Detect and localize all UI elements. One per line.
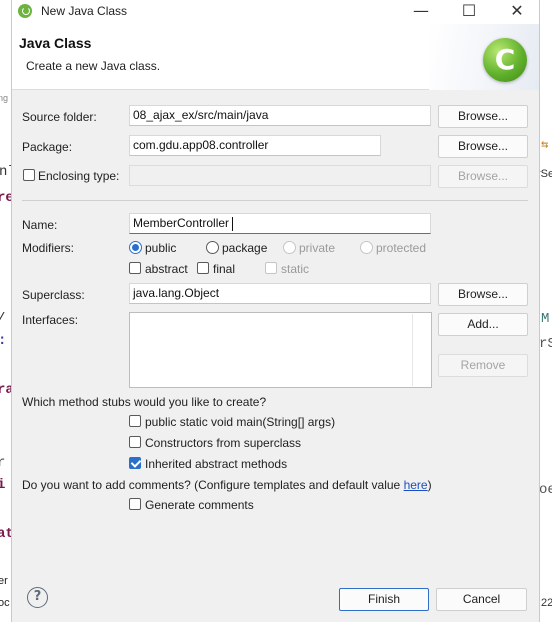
modifier-package-label: package — [222, 241, 268, 255]
cancel-button[interactable]: Cancel — [436, 588, 527, 611]
stub-inherited-abstract-label: Inherited abstract methods — [145, 457, 288, 471]
java-class-wizard-icon: C — [483, 38, 527, 82]
stub-constructors-checkbox[interactable] — [129, 436, 141, 448]
enclosing-type-field[interactable] — [129, 165, 431, 186]
wizard-description: Create a new Java class. — [26, 59, 161, 73]
name-label: Name: — [22, 218, 58, 232]
generate-comments-label: Generate comments — [145, 498, 254, 512]
window-title: New Java Class — [41, 4, 128, 18]
modifier-package-radio[interactable] — [206, 241, 219, 254]
enclosing-type-browse-button[interactable]: Browse... — [438, 165, 528, 188]
superclass-label: Superclass: — [22, 288, 85, 302]
list-scrollbar-track — [412, 314, 413, 386]
enclosing-type-checkbox[interactable] — [23, 169, 35, 181]
wizard-title: Java Class — [19, 35, 92, 51]
close-button[interactable]: ✕ — [494, 0, 540, 24]
modifier-abstract-checkbox[interactable] — [129, 262, 141, 274]
text-caret — [232, 217, 233, 231]
maximize-button[interactable]: ☐ — [446, 0, 492, 24]
comments-question: Do you want to add comments? (Configure … — [22, 478, 432, 492]
modifier-protected-label: protected — [376, 241, 427, 255]
stub-constructors-label: Constructors from superclass — [145, 436, 302, 450]
superclass-browse-button[interactable]: Browse... — [438, 283, 528, 306]
enclosing-type-label: Enclosing type: — [38, 169, 120, 183]
configure-templates-link[interactable]: here — [404, 478, 428, 492]
superclass-field[interactable]: java.lang.Object — [129, 283, 431, 304]
background-editor-left: ) ng re nl / : ra r i at er oc — [0, 74, 11, 609]
package-label: Package: — [22, 140, 73, 154]
modifier-static-checkbox[interactable] — [265, 262, 277, 274]
stub-main-checkbox[interactable] — [129, 415, 141, 427]
interfaces-add-button[interactable]: Add... — [438, 313, 528, 336]
modifier-private-radio[interactable] — [283, 241, 296, 254]
finish-button[interactable]: Finish — [339, 588, 429, 611]
separator — [22, 200, 528, 201]
modifier-static-label: static — [281, 262, 310, 276]
name-field[interactable]: MemberController — [129, 213, 431, 234]
interfaces-list[interactable] — [129, 312, 432, 388]
package-browse-button[interactable]: Browse... — [438, 135, 528, 158]
help-icon[interactable]: ? — [27, 587, 48, 608]
stub-main-label: public static void main(String[] args) — [145, 415, 336, 429]
source-folder-field[interactable]: 08_ajax_ex/src/main/java — [129, 105, 431, 126]
modifier-private-label: private — [299, 241, 336, 255]
title-bar: New Java Class — ☐ ✕ — [12, 0, 539, 24]
modifier-public-label: public — [145, 241, 177, 255]
minimize-button[interactable]: — — [398, 0, 444, 24]
source-folder-browse-button[interactable]: Browse... — [438, 105, 528, 128]
modifier-protected-radio[interactable] — [360, 241, 373, 254]
modifier-abstract-label: abstract — [145, 262, 188, 276]
package-field[interactable]: com.gdu.app08.controller — [129, 135, 381, 156]
stub-inherited-abstract-checkbox[interactable] — [129, 457, 141, 469]
generate-comments-checkbox[interactable] — [129, 498, 141, 510]
new-java-class-dialog: New Java Class — ☐ ✕ Java Class Create a… — [11, 0, 540, 622]
wizard-banner: Java Class Create a new Java class. C — [12, 24, 539, 90]
modifier-final-label: final — [213, 262, 236, 276]
modifier-final-checkbox[interactable] — [197, 262, 209, 274]
interfaces-label: Interfaces: — [22, 313, 79, 327]
source-folder-label: Source folder: — [22, 110, 97, 124]
method-stubs-question: Which method stubs would you like to cre… — [22, 395, 267, 409]
modifiers-label: Modifiers: — [22, 241, 75, 255]
interfaces-remove-button[interactable]: Remove — [438, 354, 528, 377]
background-editor-right: ⇆ rSe M rS oe :22 — [540, 138, 552, 609]
modifier-public-radio[interactable] — [129, 241, 142, 254]
spring-app-icon — [18, 4, 32, 18]
